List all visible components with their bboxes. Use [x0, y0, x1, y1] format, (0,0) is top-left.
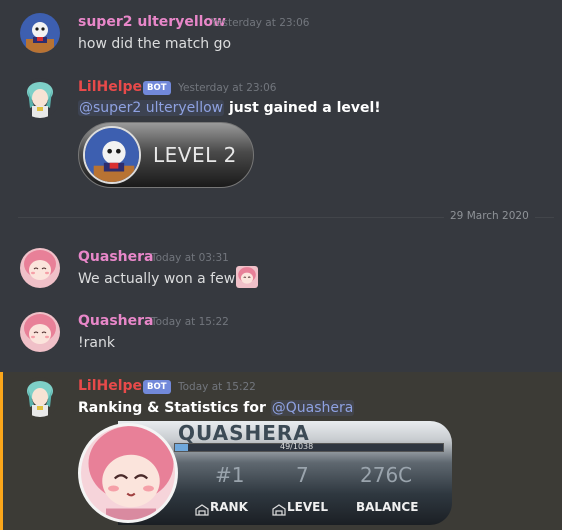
message-text: We actually won a few!	[78, 271, 241, 287]
xp-bar-fill	[175, 444, 188, 451]
level-card-avatar	[83, 126, 141, 184]
rank-card: QUASHERA 49/1038 #1 7 276C RANK LEVEL BA…	[78, 421, 452, 525]
user-mention[interactable]: @Quashera	[270, 400, 355, 416]
xp-text: 49/1038	[280, 442, 314, 451]
balance-value: 276C	[360, 463, 413, 487]
username[interactable]: LilHelper	[78, 378, 149, 394]
message-text: how did the match go	[78, 36, 232, 52]
username[interactable]: Quashera	[78, 313, 153, 329]
level-value: 7	[296, 463, 309, 487]
timestamp: Today at 15:22	[178, 381, 256, 393]
rank-icon	[195, 501, 209, 516]
rank-label: RANK	[210, 500, 248, 514]
message-body: just gained a level!	[224, 100, 381, 116]
avatar-super2[interactable]	[20, 13, 60, 53]
highlight-bar	[0, 372, 3, 530]
rank-value: #1	[215, 463, 245, 487]
balance-label: BALANCE	[356, 500, 419, 514]
level-icon	[272, 501, 286, 516]
date-divider-label: 29 March 2020	[444, 210, 535, 222]
bot-badge: BOT	[143, 81, 171, 95]
username[interactable]: LilHelper	[78, 79, 149, 95]
message-body: Ranking & Statistics for	[78, 400, 271, 416]
avatar-quashera[interactable]	[20, 312, 60, 352]
timestamp: Today at 03:31	[151, 252, 229, 264]
level-card-text: LEVEL 2	[153, 143, 237, 167]
message-text: !rank	[78, 335, 115, 351]
level-up-card: LEVEL 2	[78, 122, 254, 188]
username[interactable]: Quashera	[78, 249, 153, 265]
bot-badge: BOT	[143, 380, 171, 394]
timestamp: Yesterday at 23:06	[178, 82, 277, 94]
avatar-quashera[interactable]	[20, 248, 60, 288]
message-text: Ranking & Statistics for @Quashera	[78, 400, 355, 416]
avatar-lilhelper[interactable]	[20, 377, 60, 417]
timestamp: Yesterday at 23:06	[211, 17, 310, 29]
user-mention[interactable]: @super2 ulteryellow	[78, 100, 225, 116]
username[interactable]: super2 ulteryellow	[78, 14, 226, 30]
message-text: @super2 ulteryellow just gained a level!	[78, 100, 381, 116]
emoji-quashera[interactable]	[236, 266, 258, 288]
rank-card-avatar	[78, 423, 178, 523]
timestamp: Today at 15:22	[151, 316, 229, 328]
level-label: LEVEL	[287, 500, 328, 514]
avatar-lilhelper[interactable]	[20, 78, 60, 118]
